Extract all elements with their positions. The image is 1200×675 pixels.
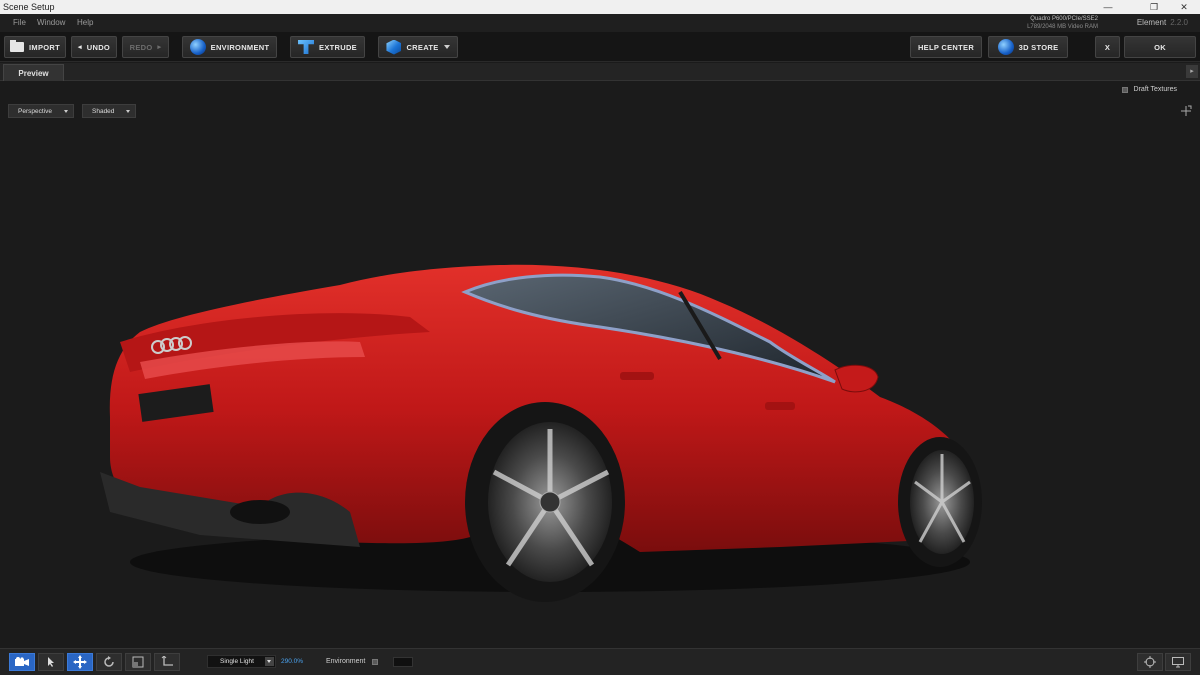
front-wheel	[898, 437, 982, 567]
undo-button[interactable]: ◂ UNDO	[71, 36, 117, 58]
door-handle-rear	[620, 372, 654, 380]
rear-wheel	[465, 402, 625, 602]
panel-toggle-button[interactable]: ▸	[1186, 65, 1198, 78]
menu-window[interactable]: Window	[37, 18, 65, 27]
cube-icon	[386, 39, 402, 55]
monitor-icon	[1172, 656, 1184, 667]
extrude-label: EXTRUDE	[319, 42, 357, 52]
gpu-info: Quadro P600/PCIe/SSE2 L789/2048 MB Video…	[1027, 15, 1098, 31]
3d-viewport[interactable]: Draft Textures Perspective Shaded	[0, 82, 1200, 648]
window-title: Scene Setup	[3, 2, 55, 12]
import-label: IMPORT	[29, 42, 60, 52]
scale-icon	[132, 656, 144, 668]
chevron-down-icon	[126, 110, 130, 113]
help-center-button[interactable]: HELP CENTER	[910, 36, 982, 58]
side-mirror	[834, 364, 879, 393]
scale-tool-button[interactable]	[125, 653, 151, 671]
video-camera-icon	[15, 657, 29, 666]
light-intensity-value[interactable]: 290.0%	[281, 658, 303, 665]
environment-checkbox[interactable]	[372, 659, 378, 665]
car-model[interactable]	[80, 167, 1000, 627]
main-toolbar: IMPORT ◂ UNDO REDO ▸ ENVIRONMENT EXTRUDE…	[0, 32, 1200, 62]
status-bar: Single Light 290.0% Environment	[0, 648, 1200, 675]
store-globe-icon	[997, 39, 1014, 55]
select-tool-button[interactable]	[38, 653, 64, 671]
minimize-button[interactable]: —	[1094, 0, 1122, 14]
axis-icon	[161, 656, 173, 666]
ok-label: OK	[1154, 42, 1166, 52]
camera-tool-button[interactable]	[9, 653, 35, 671]
window-title-bar: Scene Setup — ❐ ✕	[0, 0, 1200, 14]
draft-textures-toggle[interactable]: Draft Textures	[1121, 86, 1177, 93]
door-handle-front	[765, 402, 795, 410]
chevron-down-icon	[64, 110, 68, 113]
menu-bar: File Window Help Quadro P600/PCIe/SSE2 L…	[0, 14, 1200, 32]
tab-strip: Preview ▸	[0, 63, 1200, 81]
redo-button[interactable]: REDO ▸	[122, 36, 169, 58]
environment-label: ENVIRONMENT	[210, 42, 270, 52]
shading-mode-dropdown[interactable]: Shaded	[82, 104, 136, 118]
redo-arrow-icon: ▸	[157, 44, 162, 51]
gpu-name: Quadro P600/PCIe/SSE2	[1030, 16, 1098, 22]
restore-button[interactable]: ❐	[1140, 0, 1168, 14]
axis-tool-button[interactable]	[154, 653, 180, 671]
redo-label: REDO	[129, 42, 153, 52]
menu-help[interactable]: Help	[77, 18, 93, 27]
create-label: CREATE	[406, 42, 439, 52]
create-button[interactable]: CREATE	[378, 36, 458, 58]
light-mode-dropdown[interactable]: Single Light	[207, 655, 276, 668]
move-tool-button[interactable]	[67, 653, 93, 671]
maximize-viewport-icon[interactable]	[1180, 105, 1192, 117]
tab-preview-label: Preview	[18, 68, 49, 78]
chevron-right-icon: ▸	[1190, 68, 1194, 75]
extrude-icon	[298, 40, 315, 54]
environment-button[interactable]: ENVIRONMENT	[182, 36, 277, 58]
version-number: 2.2.0	[1170, 18, 1188, 27]
display-settings-button[interactable]	[1165, 653, 1191, 671]
draft-textures-label: Draft Textures	[1133, 86, 1177, 93]
chevron-down-icon	[443, 45, 450, 49]
view-mode-value: Perspective	[18, 107, 52, 115]
draft-textures-checkbox[interactable]	[1121, 86, 1128, 93]
target-icon	[1144, 656, 1156, 668]
pointer-icon	[48, 657, 54, 667]
import-button[interactable]: IMPORT	[4, 36, 66, 58]
product-name: Element	[1136, 18, 1167, 27]
render-settings-button[interactable]	[1137, 653, 1163, 671]
help-center-label: HELP CENTER	[917, 42, 975, 52]
product-version: Element 2.2.0	[1137, 18, 1188, 27]
exhaust-left	[230, 500, 290, 524]
gpu-memory: L789/2048 MB Video RAM	[1027, 24, 1098, 30]
environment-color-swatch[interactable]	[393, 657, 413, 667]
rotate-tool-button[interactable]	[96, 653, 122, 671]
close-window-button[interactable]: ✕	[1170, 0, 1198, 14]
3d-store-button[interactable]: 3D STORE	[988, 36, 1068, 58]
undo-arrow-icon: ◂	[77, 44, 82, 51]
rotate-icon	[104, 656, 114, 667]
move-arrows-icon	[73, 655, 87, 669]
folder-icon	[10, 40, 25, 52]
store-label: 3D STORE	[1018, 42, 1059, 52]
cancel-button[interactable]: X	[1095, 36, 1120, 58]
undo-label: UNDO	[86, 42, 111, 52]
shading-mode-value: Shaded	[92, 107, 115, 115]
tab-preview[interactable]: Preview	[3, 64, 64, 81]
ok-button[interactable]: OK	[1124, 36, 1196, 58]
light-mode-value: Single Light	[220, 658, 254, 665]
extrude-button[interactable]: EXTRUDE	[290, 36, 365, 58]
chevron-down-icon	[265, 657, 274, 666]
menu-file[interactable]: File	[13, 18, 26, 27]
environment-toggle-label: Environment	[326, 658, 366, 665]
view-mode-dropdown[interactable]: Perspective	[8, 104, 74, 118]
globe-icon	[189, 39, 206, 55]
cancel-label: X	[1104, 42, 1111, 52]
